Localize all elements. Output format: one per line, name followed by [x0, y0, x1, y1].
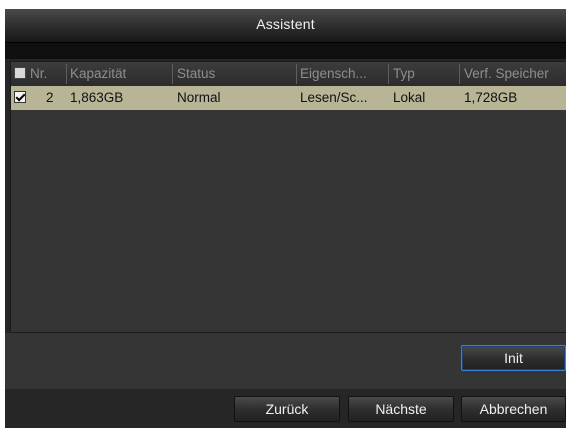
- column-divider[interactable]: [66, 64, 67, 84]
- header-free-space[interactable]: Verf. Speicher: [464, 62, 566, 86]
- header-capacity[interactable]: Kapazität: [70, 62, 126, 86]
- header-properties[interactable]: Eigensch...: [300, 62, 387, 86]
- action-panel: Init: [5, 333, 566, 389]
- hdd-table: Nr. Kapazität Status Eigensch... Typ Ver…: [10, 61, 566, 333]
- next-button[interactable]: Nächste: [348, 396, 454, 422]
- cancel-button[interactable]: Abbrechen: [461, 396, 566, 422]
- header-nr[interactable]: Nr.: [30, 62, 47, 86]
- title-bar: Assistent: [5, 9, 566, 43]
- column-divider[interactable]: [388, 64, 389, 84]
- init-button[interactable]: Init: [461, 345, 566, 371]
- dialog-title: Assistent: [256, 16, 315, 32]
- back-button[interactable]: Zurück: [234, 396, 340, 422]
- cell-properties: Lesen/Sc...: [300, 90, 368, 105]
- column-divider[interactable]: [172, 64, 173, 84]
- cell-free-space: 1,728GB: [464, 90, 518, 105]
- column-divider[interactable]: [296, 64, 297, 84]
- cell-capacity: 1,863GB: [70, 90, 124, 105]
- header-status[interactable]: Status: [177, 62, 215, 86]
- select-all-checkbox[interactable]: [14, 67, 26, 79]
- table-header: Nr. Kapazität Status Eigensch... Typ Ver…: [11, 62, 566, 86]
- table-row[interactable]: 2 1,863GB Normal Lesen/Sc... Lokal 1,728…: [11, 86, 566, 110]
- cell-type: Lokal: [393, 90, 426, 105]
- title-divider: [5, 43, 566, 59]
- footer-bar: Zurück Nächste Abbrechen: [5, 389, 566, 428]
- column-divider[interactable]: [459, 64, 460, 84]
- cell-nr: 2: [46, 90, 54, 105]
- row-checkbox[interactable]: [14, 91, 26, 103]
- wizard-dialog: Assistent Nr. Kapazität Status Eigensch.…: [5, 9, 566, 428]
- header-type[interactable]: Typ: [393, 62, 415, 86]
- cell-status: Normal: [177, 90, 221, 105]
